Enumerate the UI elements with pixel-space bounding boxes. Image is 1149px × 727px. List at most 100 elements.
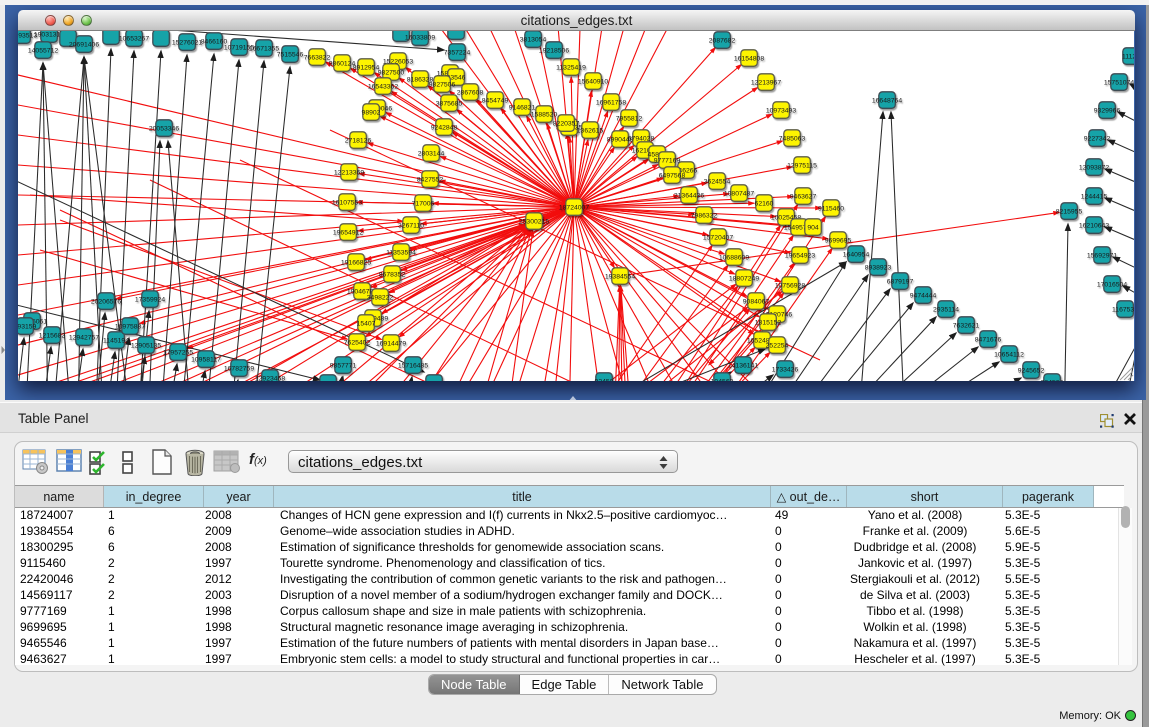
svg-text:16914479: 16914479 [376,340,406,347]
svg-text:15407: 15407 [357,320,376,327]
svg-text:12093872: 12093872 [1079,164,1109,171]
svg-text:15716485: 15716485 [398,362,428,369]
svg-text:12213967: 12213967 [751,79,781,86]
svg-text:9827500: 9827500 [378,69,405,76]
svg-text:15692971: 15692971 [1087,252,1117,259]
svg-text:11325419: 11325419 [556,64,586,71]
svg-text:19218506: 19218506 [539,47,569,54]
svg-text:16648764: 16648764 [872,97,902,104]
svg-text:104562: 104562 [711,378,734,381]
svg-text:25300215: 25300215 [519,218,549,225]
svg-text:8220357: 8220357 [553,120,580,127]
svg-text:9242848: 9242848 [431,124,458,131]
svg-text:1733426: 1733426 [772,366,799,373]
svg-text:9777169: 9777169 [654,157,681,164]
svg-text:92450: 92450 [595,378,614,381]
svg-text:10975887: 10975887 [115,323,145,330]
svg-text:11353594: 11353594 [386,249,416,256]
svg-text:9227342: 9227342 [1084,135,1111,142]
svg-text:10958117: 10958117 [191,356,221,363]
svg-text:62160: 62160 [755,200,774,207]
svg-text:2718126: 2718126 [345,137,372,144]
svg-text:87969: 87969 [319,380,338,381]
svg-text:7986322: 7986322 [691,212,718,219]
svg-text:3875685: 3875685 [436,100,463,107]
svg-text:15276021: 15276021 [172,39,202,46]
svg-text:1640954: 1640954 [843,251,870,258]
svg-text:20053346: 20053346 [149,125,179,132]
svg-text:98902: 98902 [362,109,381,116]
svg-text:15751074: 15751074 [1104,79,1134,86]
svg-text:11123: 11123 [1122,53,1134,60]
svg-text:8912954: 8912954 [353,64,380,71]
svg-text:9827506: 9827506 [429,81,456,88]
svg-text:17359924: 17359924 [135,296,165,303]
svg-text:12923468: 12923468 [255,375,285,381]
svg-text:6879197: 6879197 [887,278,914,285]
svg-text:16210643: 16210643 [1079,222,1109,229]
svg-text:19654923: 19654923 [785,252,815,259]
svg-text:18807249: 18807249 [729,275,759,282]
svg-text:393159: 393159 [18,323,37,330]
svg-text:14136141: 14136141 [728,362,758,369]
svg-text:2867608: 2867608 [457,89,484,96]
svg-text:16107553: 16107553 [332,199,362,206]
svg-text:9084067: 9084067 [743,298,770,305]
svg-text:97455: 97455 [425,380,444,381]
svg-text:8938923: 8938923 [865,264,892,271]
svg-text:20206576: 20206576 [91,298,121,305]
svg-text:9245652: 9245652 [1018,367,1045,374]
svg-text:12213369: 12213369 [334,169,364,176]
svg-text:9115460: 9115460 [818,205,844,212]
svg-text:10756928: 10756928 [775,282,805,289]
svg-text:7625402: 7625402 [344,339,371,346]
svg-text:252254: 252254 [766,342,789,349]
svg-text:9474444: 9474444 [910,292,937,299]
svg-text:7357224: 7357224 [444,49,471,56]
svg-text:8454749: 8454749 [482,97,509,104]
svg-text:7663822: 7663822 [304,54,331,61]
svg-text:19654912: 19654912 [333,229,363,236]
svg-text:9857771: 9857771 [330,362,357,369]
svg-text:1244415: 1244415 [1081,193,1108,200]
svg-text:717006: 717006 [412,200,435,207]
svg-text:16671355: 16671355 [249,45,279,52]
svg-text:6497568: 6497568 [659,172,686,179]
svg-text:16543362: 16543362 [368,83,398,90]
svg-text:15720407: 15720407 [703,234,733,241]
svg-text:12975115: 12975115 [787,162,817,169]
svg-text:12942757: 12942757 [69,334,99,341]
svg-text:9146821: 9146821 [509,104,536,111]
svg-text:2803144: 2803144 [418,150,445,157]
svg-text:17016504: 17016504 [1097,281,1127,288]
svg-text:18724007: 18724007 [559,204,589,211]
svg-text:10688609: 10688609 [719,254,749,261]
svg-text:3813054: 3813054 [520,36,547,43]
svg-text:1588520: 1588520 [531,111,558,118]
svg-text:9463627: 9463627 [790,193,817,200]
svg-text:7485063: 7485063 [779,135,806,142]
svg-text:20691406: 20691406 [69,41,99,48]
svg-text:3498222: 3498222 [367,294,394,301]
svg-text:1145194: 1145194 [103,337,129,344]
svg-text:1362615: 1362615 [577,127,604,134]
svg-text:1215682: 1215682 [39,332,66,339]
svg-text:1815152: 1815152 [755,319,782,326]
svg-text:19384554: 19384554 [605,273,635,280]
svg-text:10807487: 10807487 [724,190,754,197]
svg-text:19166825: 19166825 [341,259,371,266]
svg-text:10973493: 10973493 [766,107,796,114]
svg-text:2087682: 2087682 [709,37,736,44]
svg-text:12905135: 12905135 [131,342,161,349]
svg-text:924504: 924504 [1041,379,1064,381]
svg-text:17957255: 17957255 [163,349,193,356]
svg-text:7515546: 7515546 [277,51,304,58]
svg-text:10654112: 10654112 [994,351,1024,358]
svg-text:904: 904 [807,224,819,231]
svg-text:8471676: 8471676 [975,336,1002,343]
svg-text:21364436: 21364436 [674,192,704,199]
svg-text:16154808: 16154808 [734,55,764,62]
svg-text:14055712: 14055712 [28,47,58,54]
svg-text:8678352: 8678352 [379,271,406,278]
svg-text:8427552: 8427552 [417,176,444,183]
